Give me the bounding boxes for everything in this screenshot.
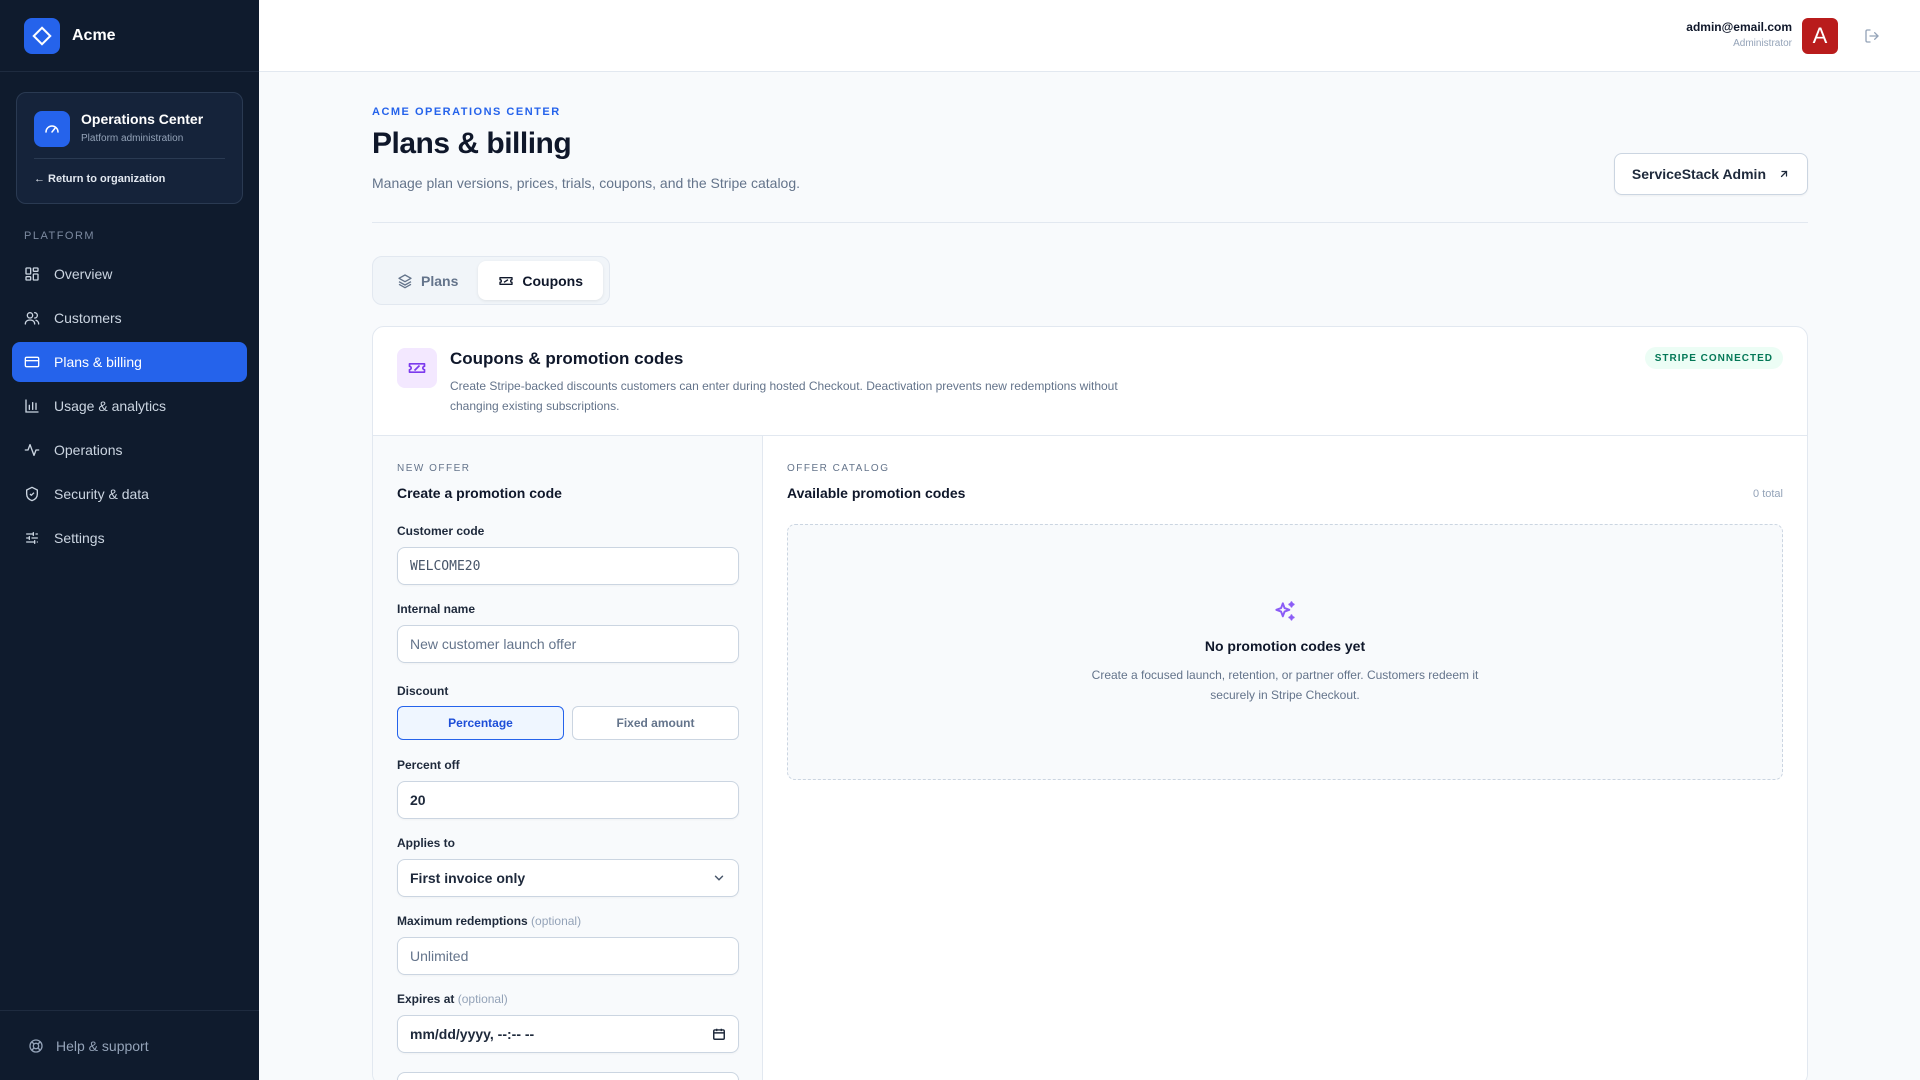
page-eyebrow: ACME OPERATIONS CENTER — [372, 106, 561, 118]
return-to-organization-link[interactable]: ← Return to organization — [34, 173, 165, 185]
tab-label: Plans — [421, 272, 459, 289]
catalog-eyebrow: OFFER CATALOG — [787, 463, 890, 474]
sidebar-item-label: Customers — [54, 310, 122, 326]
ops-card-subtitle: Platform administration — [81, 133, 184, 144]
page-description: Manage plan versions, prices, trials, co… — [372, 175, 801, 191]
external-link-icon — [1778, 168, 1790, 180]
brand[interactable]: Acme — [0, 0, 259, 72]
sidebar-item-overview[interactable]: Overview — [12, 254, 247, 294]
sidebar-item-operations[interactable]: Operations — [12, 430, 247, 470]
sidebar-item-label: Overview — [54, 266, 113, 282]
sidebar-item-usage-analytics[interactable]: Usage & analytics — [12, 386, 247, 426]
card-description: Create Stripe-backed discounts customers… — [450, 379, 1118, 413]
logout-icon[interactable] — [1864, 28, 1880, 44]
help-label: Help & support — [56, 1037, 149, 1054]
operations-center-card: Operations Center Platform administratio… — [16, 92, 243, 204]
catalog-count: 0 total — [1753, 488, 1783, 500]
divider — [372, 222, 1808, 223]
expires-at-placeholder: mm/dd/yyyy, --:-- -- — [410, 1026, 535, 1042]
sparkles-icon — [1272, 599, 1298, 625]
tab-coupons[interactable]: Coupons — [478, 261, 604, 300]
diamond-logo-icon — [24, 17, 60, 54]
sidebar-item-label: Security & data — [54, 486, 149, 502]
form-eyebrow: NEW OFFER — [397, 463, 471, 474]
ops-card-title: Operations Center — [81, 111, 204, 127]
form-title: Create a promotion code — [397, 485, 562, 501]
percentage-option[interactable]: Percentage — [397, 706, 564, 740]
ticket-percent-icon — [397, 348, 437, 388]
customer-code-input[interactable]: WELCOME20 — [397, 547, 739, 585]
customer-code-label: Customer code — [397, 524, 485, 538]
sliders-icon — [24, 530, 40, 546]
tab-bar: Plans Coupons — [372, 256, 610, 305]
admin-button-label: ServiceStack Admin — [1631, 166, 1766, 182]
expires-at-label-text: Expires at — [397, 992, 455, 1006]
max-redemptions-label: Maximum redemptions (optional) — [397, 914, 581, 928]
calendar-icon[interactable] — [712, 1027, 726, 1041]
tab-label: Coupons — [522, 272, 584, 289]
applies-to-select[interactable]: First invoice only — [397, 859, 739, 897]
optional-hint: (optional) — [457, 992, 508, 1006]
empty-state: No promotion codes yet Create a focused … — [787, 524, 1783, 780]
card-title: Coupons & promotion codes — [450, 349, 684, 368]
discount-type-toggle: Percentage Fixed amount — [397, 706, 739, 740]
activity-icon — [24, 442, 40, 458]
max-redemptions-label-text: Maximum redemptions — [397, 914, 528, 928]
user-role: Administrator — [1733, 38, 1792, 49]
grid-icon — [24, 266, 40, 282]
coupons-card: Coupons & promotion codes Create Stripe-… — [372, 326, 1808, 1080]
sidebar-section-label: PLATFORM — [24, 230, 96, 242]
card-header: Coupons & promotion codes Create Stripe-… — [373, 327, 1807, 436]
chevron-down-icon — [712, 871, 726, 885]
bar-chart-icon — [24, 398, 40, 414]
sidebar-item-label: Operations — [54, 442, 123, 458]
empty-state-description: Create a focused launch, retention, or p… — [1091, 668, 1479, 702]
sidebar-nav: Overview Customers Plans & billing Usage… — [12, 254, 247, 562]
ticket-icon — [498, 273, 514, 289]
optional-hint: (optional) — [531, 914, 582, 928]
gauge-icon — [34, 111, 70, 147]
page-title: Plans & billing — [372, 127, 572, 160]
next-field-input[interactable] — [397, 1072, 739, 1080]
sidebar: Acme Operations Center Platform administ… — [0, 0, 259, 1080]
users-icon — [24, 310, 40, 326]
lifebuoy-icon — [28, 1038, 44, 1054]
sidebar-item-security-data[interactable]: Security & data — [12, 474, 247, 514]
sidebar-item-settings[interactable]: Settings — [12, 518, 247, 558]
sidebar-item-customers[interactable]: Customers — [12, 298, 247, 338]
offer-catalog: OFFER CATALOG Available promotion codes … — [763, 436, 1807, 1080]
expires-at-input[interactable]: mm/dd/yyyy, --:-- -- — [397, 1015, 739, 1053]
expires-at-label: Expires at (optional) — [397, 992, 508, 1006]
max-redemptions-input[interactable]: Unlimited — [397, 937, 739, 975]
credit-card-icon — [24, 354, 40, 370]
sidebar-item-label: Settings — [54, 530, 105, 546]
shield-icon — [24, 486, 40, 502]
sidebar-item-plans-billing[interactable]: Plans & billing — [12, 342, 247, 382]
empty-state-title: No promotion codes yet — [1204, 638, 1366, 654]
sidebar-item-label: Plans & billing — [54, 354, 142, 370]
sidebar-item-label: Usage & analytics — [54, 398, 167, 414]
divider — [34, 158, 225, 159]
percent-off-input[interactable]: 20 — [397, 781, 739, 819]
servicestack-admin-button[interactable]: ServiceStack Admin — [1613, 153, 1808, 195]
help-support-link[interactable]: Help & support — [0, 1010, 259, 1080]
tab-plans[interactable]: Plans — [377, 261, 478, 300]
status-badge: STRIPE CONNECTED — [1644, 347, 1783, 369]
brand-name: Acme — [72, 26, 116, 44]
applies-to-label: Applies to — [397, 836, 456, 850]
new-offer-form: NEW OFFER Create a promotion code Custom… — [373, 436, 763, 1080]
percent-off-label: Percent off — [397, 758, 460, 772]
layers-icon — [397, 273, 413, 289]
applies-to-value: First invoice only — [410, 870, 526, 886]
internal-name-input[interactable]: New customer launch offer — [397, 625, 739, 663]
topbar: admin@email.com Administrator A — [259, 0, 1920, 72]
avatar[interactable]: A — [1802, 18, 1838, 54]
user-email: admin@email.com — [1686, 20, 1792, 34]
fixed-amount-option[interactable]: Fixed amount — [572, 706, 739, 740]
discount-label: Discount — [397, 684, 449, 698]
internal-name-label: Internal name — [397, 602, 476, 616]
catalog-title: Available promotion codes — [787, 485, 966, 501]
